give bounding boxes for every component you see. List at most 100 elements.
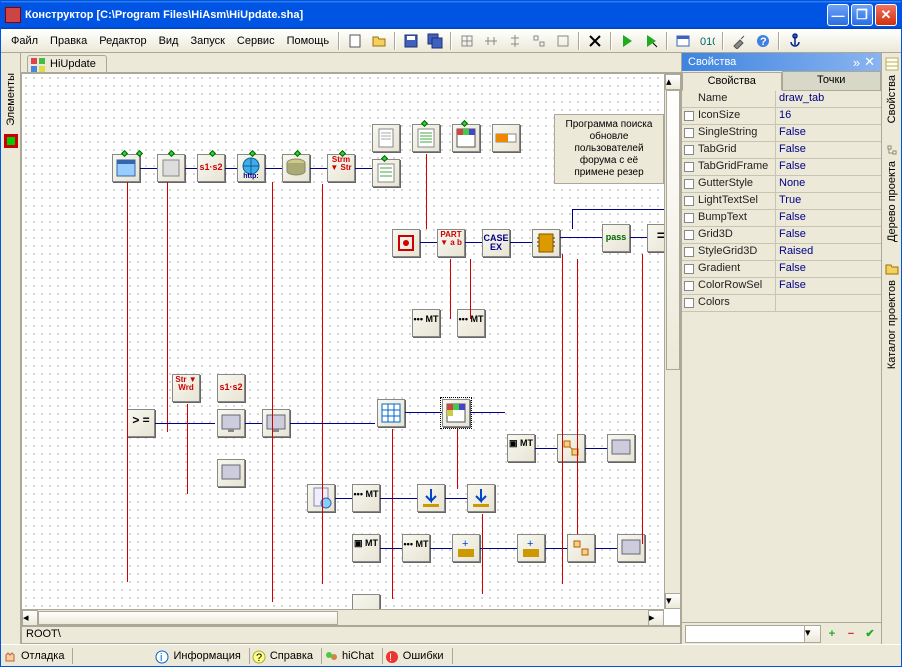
block-progress[interactable]	[492, 124, 520, 152]
binary-button[interactable]: 0101	[696, 30, 718, 52]
dropdown-icon[interactable]: ▾	[804, 626, 820, 642]
document-tab[interactable]: HiUpdate	[27, 55, 107, 72]
prop-row-gradient[interactable]: GradientFalse	[682, 261, 881, 278]
block-smt2[interactable]: ▣ MT	[352, 534, 380, 562]
layout-button[interactable]	[528, 30, 550, 52]
form-button[interactable]	[672, 30, 694, 52]
delete-button[interactable]	[584, 30, 606, 52]
layout2-button[interactable]	[552, 30, 574, 52]
block-screen4[interactable]	[217, 459, 245, 487]
block-page[interactable]	[307, 484, 335, 512]
save-all-button[interactable]	[424, 30, 446, 52]
block-down2[interactable]	[467, 484, 495, 512]
block-list[interactable]	[412, 124, 440, 152]
block-disk[interactable]	[282, 154, 310, 182]
menu-help[interactable]: Помощь	[281, 32, 336, 50]
minimize-button[interactable]: —	[827, 4, 849, 26]
rail-tree[interactable]: Дерево проекта	[882, 139, 901, 258]
menu-editor[interactable]: Редактор	[93, 32, 152, 50]
save-button[interactable]	[400, 30, 422, 52]
block-panel[interactable]	[157, 154, 185, 182]
block-grid-selected[interactable]	[442, 399, 470, 427]
remove-button[interactable]: −	[843, 626, 859, 642]
prop-row-iconsize[interactable]: IconSize16	[682, 108, 881, 125]
status-help[interactable]: ? Справка	[250, 648, 322, 664]
block-str-wrd[interactable]: Str ▼ Wrd	[172, 374, 200, 402]
block-strm-str[interactable]: Strm ▼ Str	[327, 154, 355, 182]
block-chip[interactable]	[532, 229, 560, 257]
align-v-button[interactable]	[504, 30, 526, 52]
open-button[interactable]	[368, 30, 390, 52]
menu-service[interactable]: Сервис	[231, 32, 281, 50]
close-button[interactable]: ✕	[875, 4, 897, 26]
run-cursor-button[interactable]	[640, 30, 662, 52]
block-smt1[interactable]: ▣ MT	[507, 434, 535, 462]
diagram-canvas[interactable]: Программа поиска обновле пользователей ф…	[22, 74, 664, 609]
tab-points[interactable]: Точки	[782, 71, 882, 90]
run-button[interactable]	[616, 30, 638, 52]
prop-row-tabgridframe[interactable]: TabGridFrameFalse	[682, 159, 881, 176]
rail-catalog[interactable]: Каталог проектов	[882, 258, 901, 385]
block-doc1[interactable]	[372, 124, 400, 152]
prop-row-colorrowsel[interactable]: ColorRowSelFalse	[682, 278, 881, 295]
confirm-button[interactable]: ✔	[862, 626, 878, 642]
tab-properties[interactable]: Свойства	[682, 72, 782, 91]
prop-row-gutterstyle[interactable]: GutterStyleNone	[682, 176, 881, 193]
block-form[interactable]	[112, 154, 140, 182]
block-screen5[interactable]	[617, 534, 645, 562]
prop-row-stylegrid3d[interactable]: StyleGrid3DRaised	[682, 244, 881, 261]
block-mt3[interactable]: ••• MT	[352, 484, 380, 512]
block-mt2[interactable]: ••• MT	[457, 309, 485, 337]
status-errors[interactable]: ! Ошибки	[383, 648, 453, 664]
block-mt1[interactable]: ••• MT	[412, 309, 440, 337]
block-table[interactable]	[377, 399, 405, 427]
block-pass[interactable]: pass	[602, 224, 630, 252]
block-gte[interactable]: > =	[127, 409, 155, 437]
block-mt4[interactable]: ••• MT	[402, 534, 430, 562]
add-button[interactable]: +	[824, 626, 840, 642]
block-conv2[interactable]	[567, 534, 595, 562]
block-part[interactable]: PART ▼ a b	[437, 229, 465, 257]
rail-properties[interactable]: Свойства	[882, 53, 901, 139]
prop-row-name[interactable]: Namedraw_tab	[682, 91, 881, 108]
status-info[interactable]: i Информация	[153, 648, 249, 664]
anchor-button[interactable]	[784, 30, 806, 52]
block-screen2[interactable]	[262, 409, 290, 437]
tools-button[interactable]	[728, 30, 750, 52]
close-panel-icon[interactable]: ✕	[864, 54, 875, 70]
prop-row-grid3d[interactable]: Grid3DFalse	[682, 227, 881, 244]
status-debug[interactable]: Отладка	[1, 648, 73, 664]
collapse-icon[interactable]: »	[853, 55, 860, 70]
scrollbar-horizontal[interactable]: ◂ ▸	[22, 609, 664, 625]
menu-run[interactable]: Запуск	[184, 32, 230, 50]
help-button[interactable]: ?	[752, 30, 774, 52]
menu-edit[interactable]: Правка	[44, 32, 93, 50]
prop-row-lighttextsel[interactable]: LightTextSelTrue	[682, 193, 881, 210]
prop-row-tabgrid[interactable]: TabGridFalse	[682, 142, 881, 159]
status-chat[interactable]: hiChat	[322, 648, 383, 664]
block-http[interactable]: http:	[237, 154, 265, 182]
grid-button[interactable]	[456, 30, 478, 52]
left-rail[interactable]: Элементы	[1, 53, 21, 644]
property-combo[interactable]: ▾	[685, 625, 821, 643]
prop-row-singlestring[interactable]: SingleStringFalse	[682, 125, 881, 142]
block-plus2[interactable]: +	[517, 534, 545, 562]
block-screen3[interactable]	[607, 434, 635, 462]
block-plus1[interactable]: +	[452, 534, 480, 562]
block-list2[interactable]	[372, 159, 400, 187]
block-screen1[interactable]	[217, 409, 245, 437]
scrollbar-vertical[interactable]: ▴ ▾	[664, 74, 680, 609]
properties-grid[interactable]: Namedraw_tabIconSize16SingleStringFalseT…	[682, 91, 881, 622]
align-h-button[interactable]	[480, 30, 502, 52]
menu-file[interactable]: Файл	[5, 32, 44, 50]
prop-row-bumptext[interactable]: BumpTextFalse	[682, 210, 881, 227]
block-down1[interactable]	[417, 484, 445, 512]
block-s1s2-b[interactable]: s1·s2	[217, 374, 245, 402]
block-grid-color[interactable]	[452, 124, 480, 152]
menu-view[interactable]: Вид	[153, 32, 185, 50]
block-s1s2-a[interactable]: s1·s2	[197, 154, 225, 182]
maximize-button[interactable]: ❐	[851, 4, 873, 26]
block-case[interactable]: CASE EX	[482, 229, 510, 257]
new-button[interactable]	[344, 30, 366, 52]
prop-row-colors[interactable]: Colors	[682, 295, 881, 312]
